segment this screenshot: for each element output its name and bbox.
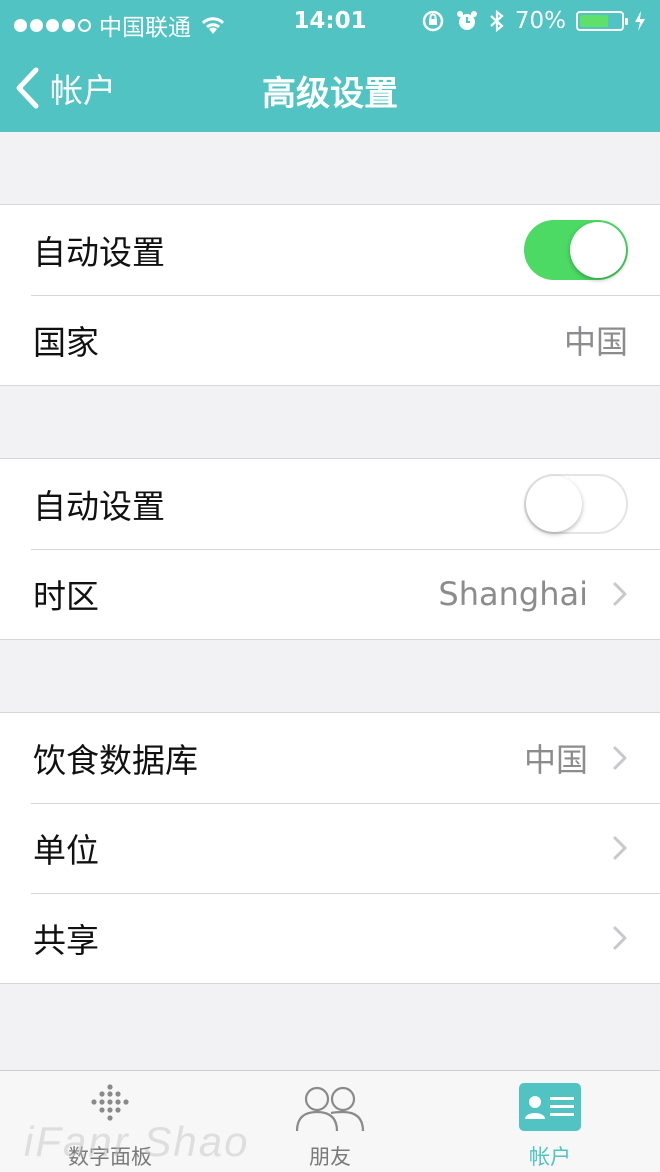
tab-dashboard[interactable]: 数字面板	[0, 1071, 220, 1172]
row-label: 共享	[33, 921, 99, 960]
status-right: 70%	[421, 8, 646, 34]
chevron-right-icon	[613, 926, 627, 950]
chevron-right-icon	[613, 582, 627, 606]
row-label: 时区	[33, 577, 99, 616]
account-card-icon	[440, 1083, 660, 1131]
settings-group-country: 自动设置 国家 中国	[0, 204, 660, 386]
sharing-row[interactable]: 共享	[0, 893, 660, 983]
row-value: 中国	[563, 323, 628, 361]
chevron-right-icon	[613, 746, 627, 770]
toggle-knob	[526, 476, 582, 532]
row-value: 中国	[523, 741, 588, 779]
units-row[interactable]: 单位	[0, 803, 660, 893]
row-label: 国家	[33, 323, 99, 362]
tab-label: 朋友	[309, 1145, 351, 1169]
chevron-right-icon	[613, 836, 627, 860]
auto-setting-timezone-toggle[interactable]	[524, 474, 628, 534]
toggle-knob	[570, 222, 626, 278]
timezone-row[interactable]: 时区 Shanghai	[0, 549, 660, 639]
page-title: 高级设置	[262, 74, 398, 114]
country-row[interactable]: 国家 中国	[0, 295, 660, 385]
alarm-icon	[456, 11, 477, 30]
friends-icon	[220, 1083, 440, 1133]
bluetooth-icon	[490, 9, 504, 33]
settings-group-misc: 饮食数据库 中国 单位 共享	[0, 712, 660, 984]
charging-icon	[635, 11, 645, 31]
row-label: 饮食数据库	[33, 741, 198, 780]
status-bar: 中国联通 14:01 70%	[0, 0, 660, 44]
battery-fill	[580, 15, 608, 27]
row-label: 自动设置	[33, 233, 165, 272]
tab-label: 数字面板	[68, 1145, 152, 1169]
auto-setting-country-row: 自动设置	[0, 205, 660, 295]
tab-friends[interactable]: 朋友	[220, 1071, 440, 1172]
dots-grid-icon	[0, 1083, 220, 1129]
rotation-lock-icon	[422, 10, 444, 32]
food-database-row[interactable]: 饮食数据库 中国	[0, 713, 660, 803]
row-value: Shanghai	[438, 575, 588, 613]
row-label: 单位	[33, 831, 99, 870]
tab-bar: 数字面板 朋友 帐户	[0, 1070, 660, 1172]
auto-setting-country-toggle[interactable]	[524, 220, 628, 280]
battery-icon	[576, 11, 628, 31]
tab-account[interactable]: 帐户	[440, 1071, 660, 1172]
row-label: 自动设置	[33, 487, 165, 526]
navigation-bar: 帐户 高级设置	[0, 44, 660, 132]
battery-percent: 70%	[514, 8, 566, 34]
top-header: 中国联通 14:01 70% 帐户 高级设置	[0, 0, 660, 132]
settings-group-timezone: 自动设置 时区 Shanghai	[0, 458, 660, 640]
auto-setting-timezone-row: 自动设置	[0, 459, 660, 549]
tab-label: 帐户	[529, 1145, 571, 1169]
